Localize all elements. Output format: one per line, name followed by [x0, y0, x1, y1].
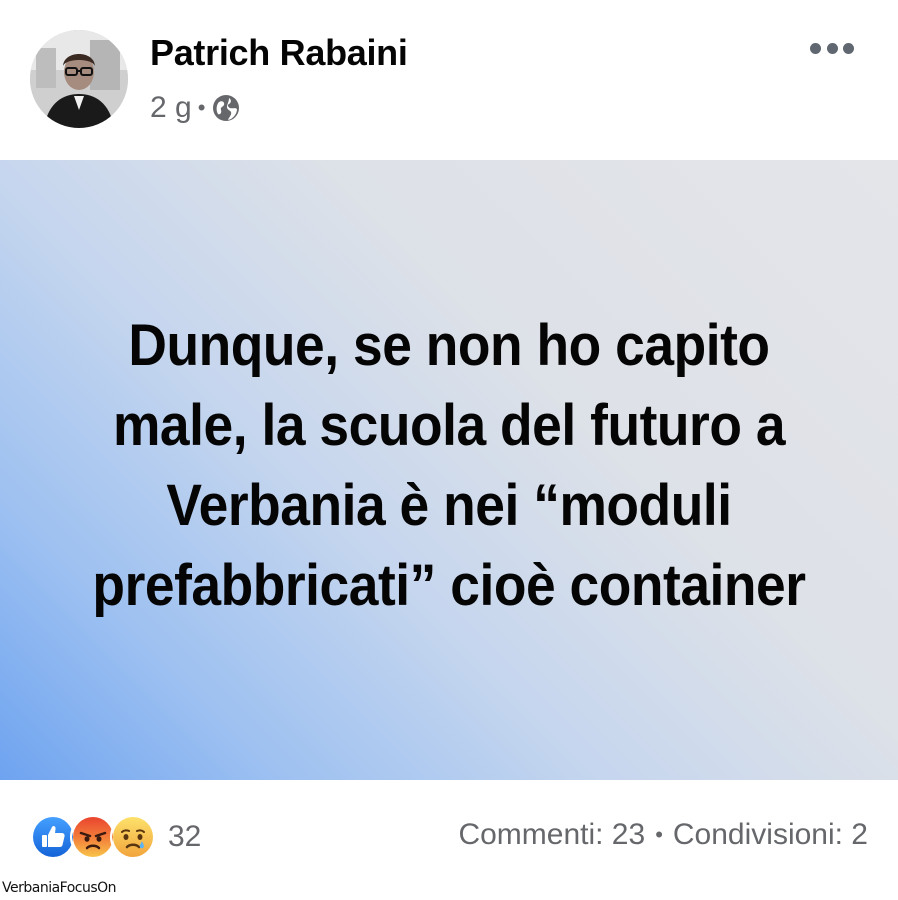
source-watermark: VerbaniaFocusOn [2, 880, 117, 896]
comments-count-link[interactable]: Commenti: 23 [458, 818, 645, 852]
reactions-count: 32 [168, 820, 202, 853]
shares-count-link[interactable]: Condivisioni: 2 [673, 818, 868, 852]
reactions-summary[interactable]: 32 [30, 814, 201, 860]
avatar[interactable] [30, 30, 128, 128]
post-footer: 32 Commenti: 23 • Condivisioni: 2 [0, 800, 898, 870]
globe-icon[interactable] [211, 93, 241, 123]
author-name[interactable]: Patrich Rabaini [150, 32, 408, 74]
stats-separator: • [655, 822, 663, 847]
post-background-card: Dunque, se non ho capito male, la scuola… [0, 160, 898, 780]
profile-photo [30, 30, 128, 128]
post-timestamp[interactable]: 2 g [150, 91, 192, 125]
facebook-post: Patrich Rabaini 2 g • Dunque, se non ho … [0, 0, 898, 900]
post-meta: 2 g • [150, 88, 241, 128]
post-stats: Commenti: 23 • Condivisioni: 2 [458, 818, 868, 852]
sad-reaction-icon [110, 814, 156, 860]
more-options-icon[interactable] [810, 36, 854, 60]
post-text: Dunque, se non ho capito male, la scuola… [92, 313, 806, 618]
meta-separator: • [197, 95, 206, 120]
